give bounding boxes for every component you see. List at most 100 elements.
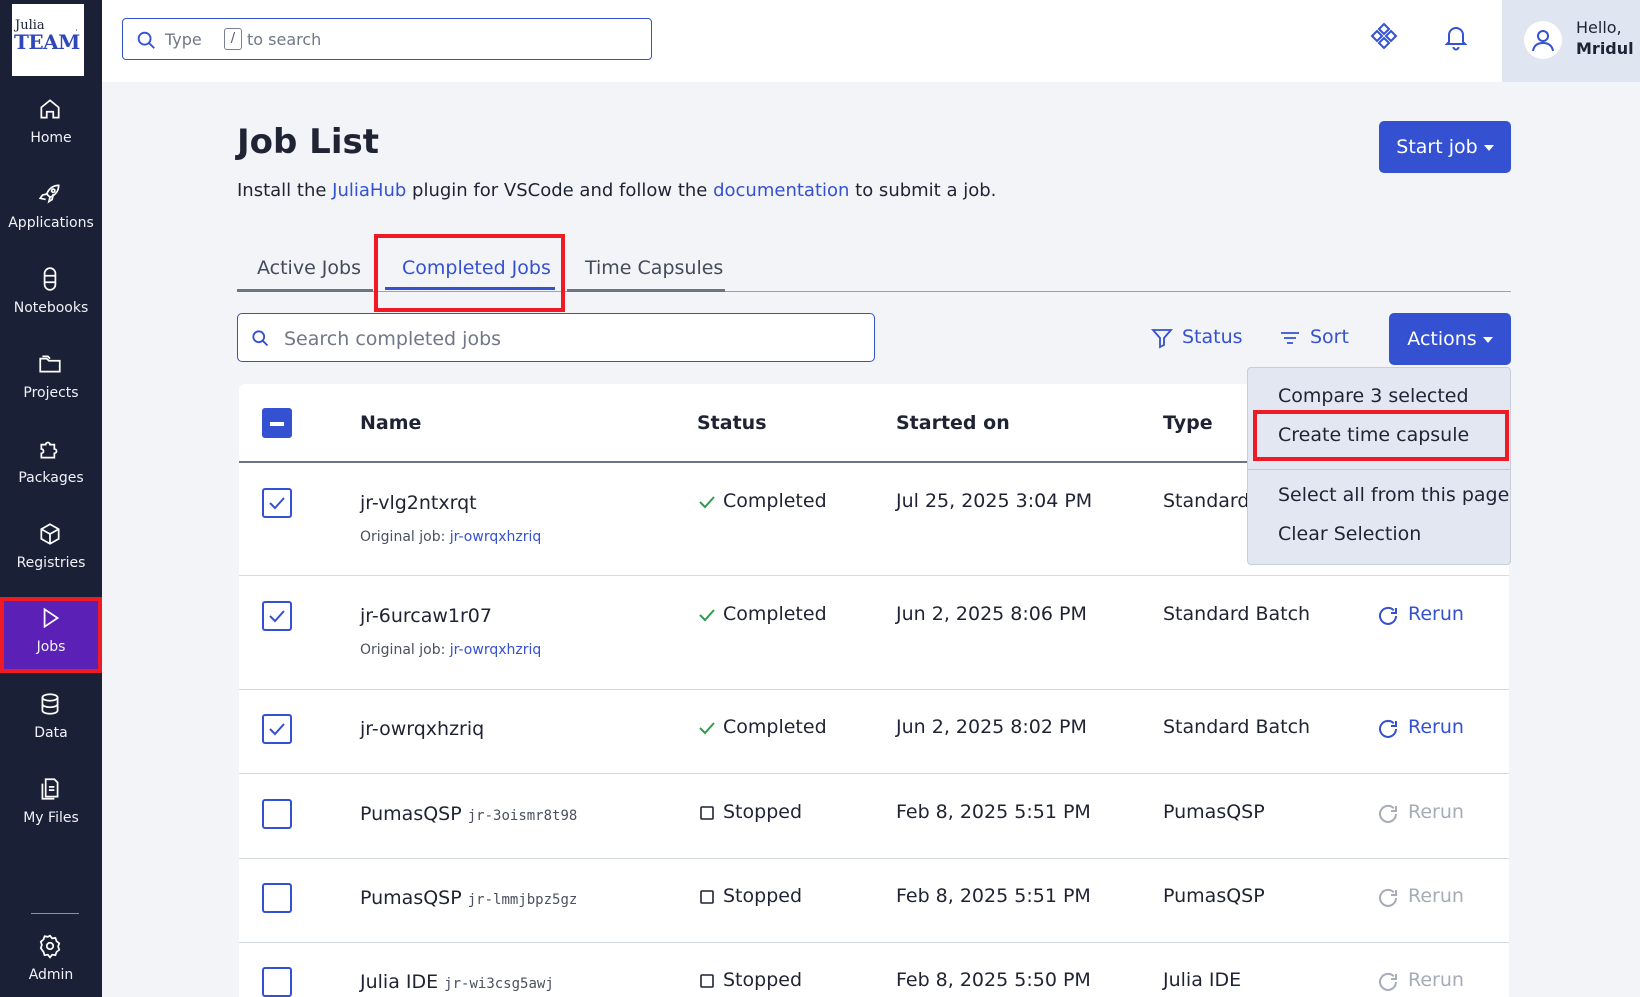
select-all-checkbox[interactable] bbox=[262, 408, 292, 438]
rerun-button[interactable]: Rerun bbox=[1376, 603, 1476, 629]
start-job-button[interactable]: Start job bbox=[1379, 121, 1511, 173]
row-checkbox[interactable] bbox=[262, 601, 292, 631]
sidebar-item-applications[interactable]: Applications bbox=[0, 173, 102, 253]
sidebar-item-projects[interactable]: Projects bbox=[0, 343, 102, 423]
cube-icon bbox=[40, 523, 60, 545]
rerun-button[interactable]: Rerun bbox=[1376, 801, 1476, 827]
check-icon bbox=[269, 723, 285, 736]
job-name[interactable]: jr-vlg2ntxrqt bbox=[360, 492, 477, 514]
column-header-status[interactable]: Status bbox=[697, 412, 767, 434]
intro-text: Install the JuliaHub plugin for VSCode a… bbox=[237, 180, 996, 201]
menu-item-compare-selected[interactable]: Compare 3 selected bbox=[1278, 385, 1469, 407]
rerun-button[interactable]: Rerun bbox=[1376, 885, 1476, 911]
documentation-link[interactable]: documentation bbox=[713, 180, 849, 201]
tab-active-jobs[interactable]: Active Jobs bbox=[257, 257, 361, 279]
logo-dots: ⁚ bbox=[75, 29, 78, 39]
actions-label: Actions bbox=[1407, 328, 1477, 350]
row-checkbox[interactable] bbox=[262, 799, 292, 829]
intro-part-3: to submit a job. bbox=[849, 180, 997, 201]
menu-divider bbox=[1248, 469, 1510, 470]
refresh-icon bbox=[1379, 719, 1397, 738]
row-divider bbox=[239, 942, 1509, 943]
top-bar: Type / to search Hello, Mridul bbox=[102, 0, 1640, 82]
check-icon bbox=[269, 497, 285, 510]
job-status: Completed bbox=[697, 490, 857, 516]
avatar bbox=[1524, 21, 1562, 59]
refresh-icon bbox=[1379, 804, 1397, 823]
highlight-box bbox=[1253, 410, 1509, 461]
refresh-icon bbox=[1379, 606, 1397, 625]
stop-icon bbox=[700, 806, 714, 820]
sidebar-item-label: Admin bbox=[28, 967, 74, 983]
row-divider bbox=[239, 773, 1509, 774]
column-header-started-on[interactable]: Started on bbox=[896, 412, 1010, 434]
logo-line-2: TEAM bbox=[14, 30, 80, 54]
job-status-text: Completed bbox=[723, 603, 827, 625]
check-icon bbox=[699, 609, 715, 622]
sidebar-item-label: Notebooks bbox=[13, 300, 89, 316]
job-name[interactable]: jr-6urcaw1r07 bbox=[360, 605, 492, 627]
rerun-button[interactable]: Rerun bbox=[1376, 969, 1476, 995]
sort-icon bbox=[1281, 332, 1299, 344]
status-filter-label: Status bbox=[1182, 326, 1243, 348]
check-icon bbox=[699, 496, 715, 509]
row-checkbox[interactable] bbox=[262, 714, 292, 744]
chevron-down-icon bbox=[1483, 144, 1494, 151]
job-started-on: Jul 25, 2025 3:04 PM bbox=[896, 490, 1093, 512]
job-name[interactable]: PumasQSP jr-3oismr8t98 bbox=[360, 803, 577, 825]
job-name-text: Julia IDE bbox=[360, 971, 439, 993]
original-job: Original job: jr-owrqxhzriq bbox=[360, 642, 541, 658]
diamond-grid-icon[interactable] bbox=[1369, 22, 1399, 52]
job-status-text: Stopped bbox=[723, 885, 803, 907]
sidebar-item-packages[interactable]: Packages bbox=[0, 428, 102, 508]
original-job-label: Original job: bbox=[360, 642, 450, 658]
original-job-link[interactable]: jr-owrqxhzriq bbox=[450, 642, 542, 658]
row-checkbox[interactable] bbox=[262, 488, 292, 518]
chevron-down-icon bbox=[1482, 336, 1493, 343]
user-menu[interactable]: Hello, Mridul bbox=[1502, 0, 1640, 82]
row-checkbox[interactable] bbox=[262, 883, 292, 913]
sidebar-item-notebooks[interactable]: Notebooks bbox=[0, 258, 102, 338]
job-name-text: PumasQSP bbox=[360, 803, 462, 825]
job-name[interactable]: PumasQSP jr-lmmjbpz5gz bbox=[360, 887, 577, 909]
global-search-input[interactable]: Type / to search bbox=[122, 18, 652, 60]
sidebar-item-data[interactable]: Data bbox=[0, 683, 102, 763]
rerun-button[interactable]: Rerun bbox=[1376, 716, 1476, 742]
actions-button[interactable]: Actions bbox=[1389, 313, 1511, 365]
sort-button[interactable]: Sort bbox=[1278, 326, 1358, 352]
home-icon bbox=[40, 99, 60, 119]
status-filter-button[interactable]: Status bbox=[1150, 326, 1250, 352]
juliahub-link[interactable]: JuliaHub bbox=[332, 180, 406, 201]
job-status-text: Stopped bbox=[723, 801, 803, 823]
original-job-label: Original job: bbox=[360, 529, 450, 545]
job-started-on: Jun 2, 2025 8:02 PM bbox=[896, 716, 1087, 738]
column-header-name[interactable]: Name bbox=[360, 412, 421, 434]
search-completed-jobs-input[interactable]: Search completed jobs bbox=[237, 313, 875, 362]
sidebar-item-my-files[interactable]: My Files bbox=[0, 768, 102, 848]
menu-item-clear-selection[interactable]: Clear Selection bbox=[1278, 523, 1421, 545]
sidebar-item-jobs[interactable]: Jobs bbox=[0, 597, 102, 673]
rerun-label: Rerun bbox=[1408, 603, 1464, 625]
sort-label: Sort bbox=[1310, 326, 1349, 348]
job-name[interactable]: Julia IDE jr-wi3csg5awj bbox=[360, 971, 554, 993]
stop-icon bbox=[700, 974, 714, 988]
column-header-type[interactable]: Type bbox=[1163, 412, 1213, 434]
user-name: Mridul bbox=[1576, 39, 1634, 58]
job-status-text: Completed bbox=[723, 490, 827, 512]
folder-icon bbox=[39, 355, 61, 373]
job-status-text: Completed bbox=[723, 716, 827, 738]
rocket-icon bbox=[38, 184, 60, 204]
sidebar-item-registries[interactable]: Registries bbox=[0, 513, 102, 593]
sidebar-item-admin[interactable]: Admin bbox=[0, 925, 102, 997]
search-placeholder-end: to search bbox=[247, 30, 322, 49]
job-name[interactable]: jr-owrqxhzriq bbox=[360, 718, 484, 740]
tab-time-capsules[interactable]: Time Capsules bbox=[585, 257, 723, 279]
intro-part-2: plugin for VSCode and follow the bbox=[406, 180, 714, 201]
menu-item-select-all-page[interactable]: Select all from this page bbox=[1278, 484, 1509, 506]
bell-icon[interactable] bbox=[1441, 22, 1471, 52]
sidebar-item-home[interactable]: Home bbox=[0, 88, 102, 168]
juliateam-logo[interactable]: Julia TEAM ⁚ bbox=[12, 4, 84, 76]
row-checkbox[interactable] bbox=[262, 967, 292, 997]
original-job-link[interactable]: jr-owrqxhzriq bbox=[450, 529, 542, 545]
sidebar-item-label: Home bbox=[30, 130, 72, 146]
